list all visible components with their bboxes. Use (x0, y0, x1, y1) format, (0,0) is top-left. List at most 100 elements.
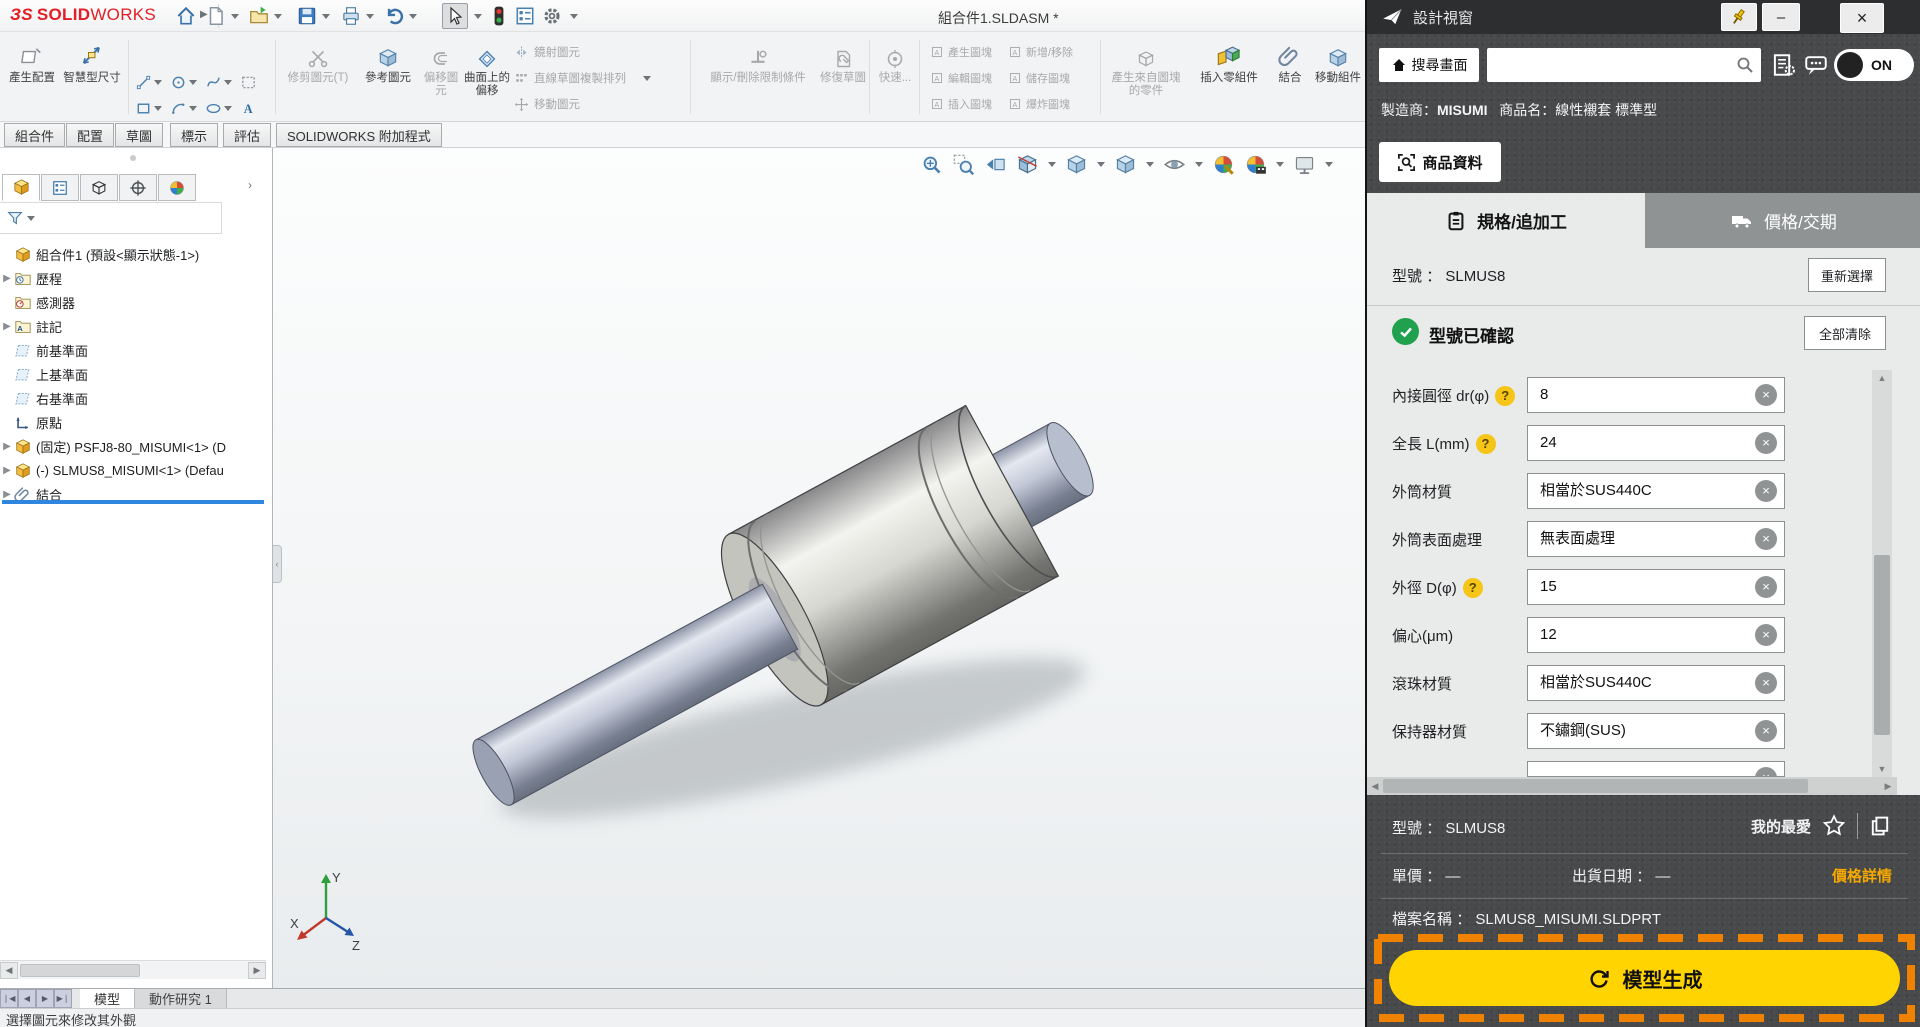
clear-field-icon[interactable]: × (1755, 720, 1777, 742)
view-orientation-icon[interactable] (1065, 153, 1088, 176)
chevron-down-icon[interactable] (224, 106, 232, 111)
add-remove-button[interactable]: 新增/移除 (1008, 40, 1073, 64)
tab-addins[interactable]: SOLIDWORKS 附加程式 (276, 123, 442, 147)
zoom-fit-icon[interactable] (920, 153, 943, 176)
spec-document-icon[interactable] (1771, 52, 1797, 78)
new-document-icon[interactable] (205, 5, 227, 27)
tree-item-front-plane[interactable]: 前基準面 (0, 339, 272, 362)
chevron-down-icon[interactable] (154, 80, 162, 85)
tab-assembly[interactable]: 組合件 (4, 123, 65, 147)
help-icon[interactable]: ? (1463, 578, 1483, 598)
next-tab-button[interactable]: ▶ (36, 989, 54, 1008)
chevron-down-icon[interactable] (189, 80, 197, 85)
field-input-retainer-material[interactable]: 不鏽鋼(SUS)× (1527, 713, 1785, 749)
generate-model-button[interactable]: 模型生成 (1389, 950, 1900, 1006)
edit-appearance-icon[interactable] (1212, 153, 1235, 176)
sketch-ellipse-button[interactable] (202, 96, 236, 121)
search-home-button[interactable]: 搜尋畫面 (1379, 48, 1479, 82)
scrollbar-thumb[interactable] (20, 964, 140, 977)
display-delete-relations-button[interactable]: 顯示/刪除限制條件 (696, 35, 820, 119)
scroll-left-icon[interactable]: ◀ (1367, 781, 1383, 792)
sketch-text-button[interactable] (237, 96, 271, 121)
copy-icon[interactable] (1868, 814, 1892, 838)
field-input-inner-dia[interactable]: 8× (1527, 377, 1785, 413)
pin-button[interactable] (1721, 3, 1757, 31)
clear-field-icon[interactable]: × (1755, 576, 1777, 598)
minimize-button[interactable]: – (1762, 3, 1800, 31)
tab-markup[interactable]: 標示 (170, 123, 218, 147)
sketch-rectangle-button[interactable] (132, 96, 166, 121)
field-input-outer-dia[interactable]: 15× (1527, 569, 1785, 605)
tab-display-manager[interactable] (158, 174, 196, 201)
tab-configuration-manager[interactable] (80, 174, 118, 201)
field-input-cylinder-material[interactable]: 相當於SUS440C× (1527, 473, 1785, 509)
properties-list-icon[interactable] (514, 5, 536, 27)
trim-entities-button[interactable]: 修剪圖元(T) (280, 35, 356, 119)
chevron-down-icon[interactable] (474, 14, 482, 19)
product-data-button[interactable]: 商品資料 (1379, 142, 1501, 182)
previous-view-icon[interactable] (984, 153, 1007, 176)
help-icon[interactable]: ? (1495, 386, 1515, 406)
chevron-down-icon[interactable] (409, 14, 417, 19)
rollback-bar[interactable] (2, 500, 264, 504)
section-view-icon[interactable] (1016, 153, 1039, 176)
tree-item-assembly-root[interactable]: 組合件1 (預設<顯示狀態-1>) (0, 243, 272, 266)
search-input[interactable] (1487, 48, 1761, 82)
edit-block-button[interactable]: 編輯圖塊 (930, 66, 992, 90)
expand-arrow-icon[interactable]: ▶ (0, 273, 14, 284)
insert-component-button[interactable]: 插入零組件 (1190, 35, 1268, 119)
make-block-button[interactable]: 產生圖塊 (930, 40, 992, 64)
field-input-eccentricity[interactable]: 12× (1527, 617, 1785, 653)
clear-field-icon[interactable]: × (1755, 624, 1777, 646)
scroll-left-button[interactable]: ◀ (0, 962, 18, 979)
scroll-up-icon[interactable]: ▲ (1872, 370, 1892, 386)
expand-arrow-icon[interactable]: ▶ (0, 465, 14, 476)
offset-entities-button[interactable]: 偏移圖元 (420, 35, 462, 119)
explode-block-button[interactable]: 爆炸圖塊 (1008, 92, 1070, 116)
expand-arrow-icon[interactable]: ▶ (0, 489, 14, 500)
tree-item-component-slmus8[interactable]: ▶(-) SLMUS8_MISUMI<1> (Defau (0, 459, 272, 482)
create-layout-button[interactable]: 產生配置 (6, 35, 58, 119)
sketch-line-button[interactable] (132, 70, 166, 95)
field-input-ball-material[interactable]: 相當於SUS440C× (1527, 665, 1785, 701)
quick-snaps-button[interactable]: 快速... (874, 35, 916, 119)
clear-field-icon[interactable]: × (1755, 384, 1777, 406)
tab-model[interactable]: 模型 (80, 989, 135, 1008)
tab-dimxpert[interactable] (119, 174, 157, 201)
chevron-down-icon[interactable] (643, 76, 651, 81)
chevron-down-icon[interactable] (1146, 162, 1154, 167)
field-input-surface-treatment[interactable]: 無表面處理× (1527, 521, 1785, 557)
clear-field-icon[interactable]: × (1755, 672, 1777, 694)
print-icon[interactable] (340, 5, 362, 27)
tab-motion-study[interactable]: 動作研究 1 (135, 989, 227, 1008)
zoom-area-icon[interactable] (952, 153, 975, 176)
select-tool-button[interactable] (442, 3, 468, 29)
part-from-block-button[interactable]: 產生來自圖塊的零件 (1106, 35, 1186, 119)
comment-bubble-icon[interactable] (1803, 52, 1829, 78)
expand-arrow-icon[interactable]: ▶ (0, 321, 14, 332)
previous-tab-button[interactable]: ◀ (18, 989, 36, 1008)
scroll-right-button[interactable]: ▶ (248, 962, 266, 979)
tab-feature-tree[interactable] (2, 174, 40, 201)
undo-icon[interactable] (383, 5, 405, 27)
options-gear-icon[interactable] (541, 5, 563, 27)
save-block-button[interactable]: 儲存圖塊 (1008, 66, 1070, 90)
chevron-down-icon[interactable] (189, 106, 197, 111)
tree-item-annotations[interactable]: ▶註記 (0, 315, 272, 338)
panel-splitter-handle[interactable]: ‹ (273, 545, 282, 583)
expand-arrow-icon[interactable]: ▶ (0, 441, 14, 452)
scroll-right-icon[interactable]: ▶ (1879, 781, 1897, 792)
chevron-down-icon[interactable] (1048, 162, 1056, 167)
tab-sketch[interactable]: 草圖 (115, 123, 163, 147)
chevron-down-icon[interactable] (1097, 162, 1105, 167)
tree-item-right-plane[interactable]: 右基準面 (0, 387, 272, 410)
clear-all-button[interactable]: 全部清除 (1804, 316, 1886, 350)
sketch-arc-button[interactable] (167, 96, 201, 121)
tree-item-component-psfj8[interactable]: ▶(固定) PSFJ8-80_MISUMI<1> (D (0, 435, 272, 458)
panel-flyout-arrow[interactable]: › (248, 178, 252, 192)
chevron-down-icon[interactable] (27, 216, 35, 221)
form-vertical-scrollbar[interactable]: ▲ ▼ (1872, 370, 1892, 777)
scrollbar-thumb[interactable] (1383, 779, 1808, 793)
first-tab-button[interactable]: ❘◀ (0, 989, 18, 1008)
scrollbar-thumb[interactable] (1874, 555, 1890, 735)
